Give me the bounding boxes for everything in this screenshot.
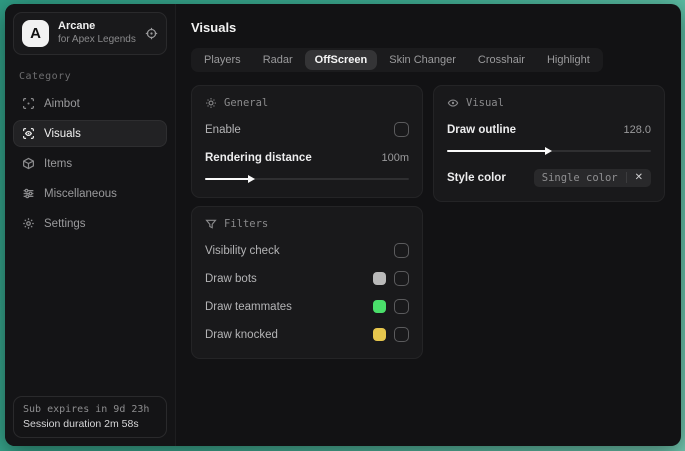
rendering-distance-slider[interactable]: [205, 174, 409, 184]
draw-teammates-label: Draw teammates: [205, 300, 292, 313]
sidebar-item-miscellaneous[interactable]: Miscellaneous: [13, 180, 167, 207]
enable-checkbox[interactable]: [394, 122, 409, 137]
sidebar-item-settings[interactable]: Settings: [13, 210, 167, 237]
eye-scan-icon: [22, 127, 35, 140]
panel-title: General: [224, 97, 269, 109]
draw-outline-value: 128.0: [623, 123, 651, 136]
app-name: Arcane: [58, 20, 96, 33]
draw-bots-checkbox[interactable]: [394, 271, 409, 286]
draw-outline-label: Draw outline: [447, 123, 517, 136]
filter-row: Visibility check: [205, 240, 409, 261]
visibility-check-label: Visibility check: [205, 244, 280, 257]
sidebar-item-aimbot[interactable]: Aimbot: [13, 90, 167, 117]
sidebar-item-visuals[interactable]: Visuals: [13, 120, 167, 147]
app-subtitle: for Apex Legends: [58, 34, 136, 46]
subscription-status-card: Sub expires in 9d 23h Session duration 2…: [13, 396, 167, 438]
sidebar-item-items[interactable]: Items: [13, 150, 167, 177]
visibility-check-checkbox[interactable]: [394, 243, 409, 258]
style-color-select[interactable]: Single color ✕: [533, 168, 651, 187]
app-window: A Arcane for Apex Legends Category Aimbo…: [5, 4, 681, 446]
filter-row: Draw teammates: [205, 296, 409, 317]
tab-crosshair[interactable]: Crosshair: [468, 50, 535, 70]
tab-players[interactable]: Players: [194, 50, 251, 70]
rendering-distance-label: Rendering distance: [205, 151, 312, 164]
enable-label: Enable: [205, 123, 241, 136]
left-column: General Enable Rendering distance 100m F…: [191, 85, 423, 359]
rendering-distance-value: 100m: [381, 151, 409, 164]
draw-bots-color-swatch[interactable]: [373, 272, 386, 285]
sidebar-item-label: Items: [44, 157, 73, 170]
draw-knocked-checkbox[interactable]: [394, 327, 409, 342]
tab-radar[interactable]: Radar: [253, 50, 303, 70]
general-panel: General Enable Rendering distance 100m: [191, 85, 423, 198]
funnel-icon: [205, 218, 217, 230]
visuals-tabbar: Players Radar OffScreen Skin Changer Cro…: [191, 48, 603, 72]
sliders-icon: [22, 187, 35, 200]
sidebar: A Arcane for Apex Legends Category Aimbo…: [5, 4, 176, 446]
sidebar-item-label: Miscellaneous: [44, 187, 117, 200]
draw-teammates-checkbox[interactable]: [394, 299, 409, 314]
gear-icon: [22, 217, 35, 230]
brand-card: A Arcane for Apex Legends: [13, 12, 167, 55]
draw-outline-slider[interactable]: [447, 146, 651, 156]
sidebar-nav: Aimbot Visuals Items Miscellaneous Setti…: [13, 90, 167, 237]
sidebar-item-label: Aimbot: [44, 97, 80, 110]
panel-title: Filters: [224, 218, 269, 230]
panel-title: Visual: [466, 97, 504, 109]
sub-expires-text: Sub expires in 9d 23h: [23, 404, 150, 415]
session-duration-text: Session duration 2m 58s: [23, 418, 139, 430]
sun-icon: [205, 97, 217, 109]
tab-skin-changer[interactable]: Skin Changer: [379, 50, 466, 70]
sidebar-item-label: Visuals: [44, 127, 81, 140]
slider-thumb[interactable]: [247, 175, 255, 183]
main-content: Visuals Players Radar OffScreen Skin Cha…: [176, 4, 681, 446]
app-logo: A: [22, 20, 49, 47]
draw-teammates-color-swatch[interactable]: [373, 300, 386, 313]
style-color-label: Style color: [447, 171, 506, 184]
filter-row: Draw knocked: [205, 324, 409, 345]
draw-knocked-label: Draw knocked: [205, 328, 278, 341]
clear-selection-icon[interactable]: ✕: [635, 172, 643, 183]
right-column: Visual Draw outline 128.0 Style color Si…: [433, 85, 665, 202]
crosshair-scan-icon: [22, 97, 35, 110]
visual-panel: Visual Draw outline 128.0 Style color Si…: [433, 85, 665, 202]
slider-thumb[interactable]: [544, 147, 552, 155]
cube-icon: [22, 157, 35, 170]
sidebar-item-label: Settings: [44, 217, 86, 230]
tab-offscreen[interactable]: OffScreen: [304, 50, 378, 70]
style-color-value: Single color: [541, 171, 618, 184]
draw-knocked-color-swatch[interactable]: [373, 328, 386, 341]
target-icon[interactable]: [145, 27, 158, 40]
page-title: Visuals: [191, 20, 237, 35]
filter-row: Draw bots: [205, 268, 409, 289]
filters-panel: Filters Visibility check Draw bots Draw …: [191, 206, 423, 359]
draw-bots-label: Draw bots: [205, 272, 257, 285]
tab-highlight[interactable]: Highlight: [537, 50, 600, 70]
eye-icon: [447, 97, 459, 109]
category-label: Category: [19, 71, 72, 82]
